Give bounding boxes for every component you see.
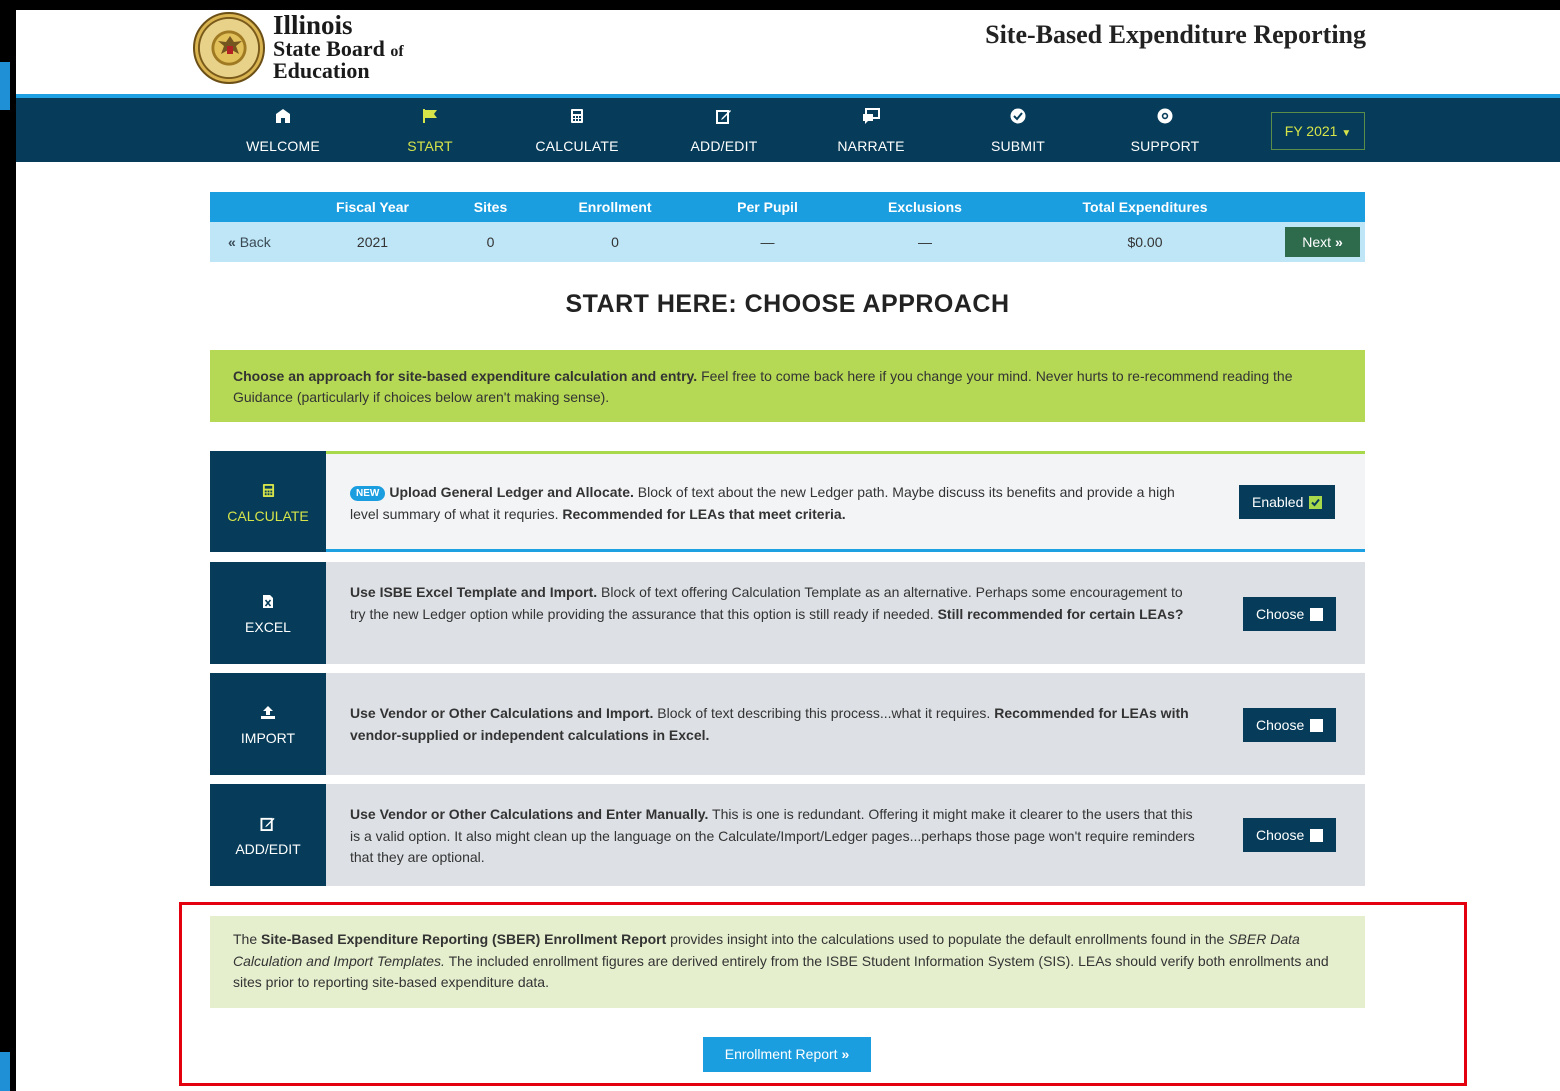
option-side-import: IMPORT <box>210 673 326 775</box>
next-button[interactable]: Next » <box>1285 227 1360 257</box>
summary-header: Fiscal Year Sites Enrollment Per Pupil E… <box>210 192 1365 222</box>
value-enrollment: 0 <box>611 234 619 250</box>
upload-icon <box>210 705 326 725</box>
enabled-button[interactable]: Enabled <box>1239 485 1336 519</box>
eagle-icon <box>218 36 242 54</box>
check-circle-icon <box>948 108 1088 128</box>
edit-icon <box>654 108 794 128</box>
fiscal-year-select[interactable]: FY 2021 ▼ <box>1271 112 1365 150</box>
excel-file-icon <box>210 594 326 614</box>
value-total-expenditures: $0.00 <box>1127 234 1163 250</box>
nav-submit[interactable]: SUBMIT <box>948 108 1088 154</box>
col-per-pupil: Per Pupil <box>737 199 798 215</box>
frame-accent <box>0 62 10 110</box>
edit-icon <box>210 816 326 836</box>
brand-line-education: Education <box>273 58 370 83</box>
calculator-icon <box>210 483 326 503</box>
school-icon <box>213 108 353 128</box>
nav-support[interactable]: SUPPORT <box>1095 108 1235 154</box>
col-enrollment: Enrollment <box>578 199 652 215</box>
value-per-pupil: — <box>760 234 775 250</box>
option-description: Use Vendor or Other Calculations and Imp… <box>350 705 1189 743</box>
nav-add-edit[interactable]: ADD/EDIT <box>654 108 794 154</box>
site-title: Site-Based Expenditure Reporting <box>985 20 1366 49</box>
value-exclusions: — <box>918 234 932 250</box>
double-chevron-right-icon: » <box>1334 234 1343 250</box>
choose-button[interactable]: Choose <box>1243 818 1337 852</box>
col-total-expenditures: Total Expenditures <box>1082 199 1208 215</box>
brand-line-illinois: Illinois <box>273 10 353 40</box>
new-badge: NEW <box>350 486 386 501</box>
col-sites: Sites <box>473 199 508 215</box>
chat-icon <box>801 108 941 128</box>
frame-accent <box>0 1052 10 1091</box>
option-side-calculate: CALCULATE <box>210 451 326 552</box>
checked-box-icon <box>1309 496 1323 509</box>
isbe-seal-logo <box>193 12 265 84</box>
option-description: NEW Upload General Ledger and Allocate. B… <box>350 484 1175 522</box>
isbe-brand[interactable]: Illinois State Board of Education <box>273 12 404 82</box>
nav-welcome[interactable]: WELCOME <box>213 108 353 154</box>
highlight-annotation-box <box>179 902 1467 1086</box>
main-nav: WELCOME START CALCULATE ADD/EDIT NARRATE… <box>16 94 1560 162</box>
nav-narrate[interactable]: NARRATE <box>801 108 941 154</box>
checkbox-icon <box>1310 829 1324 842</box>
checkbox-icon <box>1310 608 1324 621</box>
screenshot-frame-left <box>0 0 16 1091</box>
col-fiscal-year: Fiscal Year <box>336 199 409 215</box>
choose-button[interactable]: Choose <box>1243 597 1337 631</box>
option-import: IMPORT Use Vendor or Other Calculations … <box>210 673 1365 775</box>
caret-down-icon: ▼ <box>1341 128 1352 139</box>
option-description: Use Vendor or Other Calculations and Ent… <box>350 806 1195 865</box>
option-add-edit: ADD/EDIT Use Vendor or Other Calculation… <box>210 784 1365 886</box>
page-title: START HERE: CHOOSE APPROACH <box>565 290 1010 318</box>
value-sites: 0 <box>486 234 495 250</box>
brand-line-state-board: State Board of <box>273 36 404 61</box>
option-calculate: CALCULATE NEW Upload General Ledger and A… <box>210 451 1365 552</box>
option-description: Use ISBE Excel Template and Import. Bloc… <box>350 584 1184 622</box>
value-fiscal-year: 2021 <box>356 234 389 250</box>
summary-values: « Back 2021 0 0 — — $0.00 Next » <box>210 222 1365 262</box>
double-chevron-left-icon: « <box>228 234 236 250</box>
nav-calculate[interactable]: CALCULATE <box>507 108 647 154</box>
checkbox-icon <box>1310 719 1324 732</box>
intro-callout: Choose an approach for site-based expend… <box>210 350 1365 422</box>
choose-button[interactable]: Choose <box>1243 708 1337 742</box>
back-link[interactable]: « Back <box>228 222 271 262</box>
screenshot-frame-top <box>0 0 1560 10</box>
flag-icon <box>360 108 500 128</box>
nav-start[interactable]: START <box>360 108 500 154</box>
option-excel: EXCEL Use ISBE Excel Template and Import… <box>210 562 1365 664</box>
calculator-icon <box>507 108 647 128</box>
col-exclusions: Exclusions <box>888 199 962 215</box>
option-side-excel: EXCEL <box>210 562 326 664</box>
option-side-add-edit: ADD/EDIT <box>210 784 326 886</box>
lifebuoy-icon <box>1095 108 1235 128</box>
